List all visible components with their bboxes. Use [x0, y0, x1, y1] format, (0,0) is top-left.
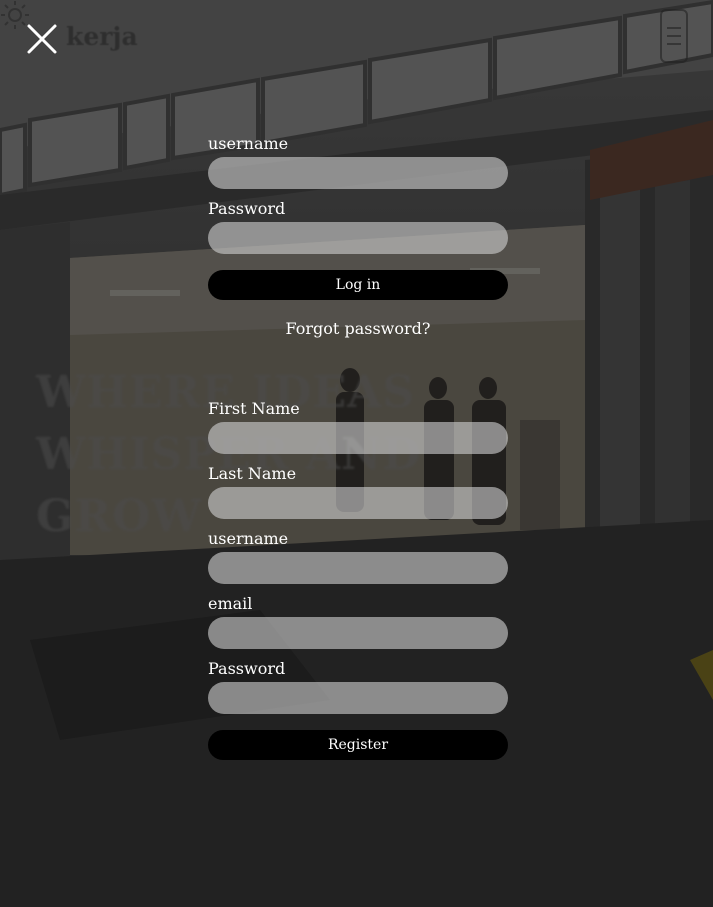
login-password-input[interactable]	[208, 222, 508, 254]
login-form: username Password Log in Forgot password…	[208, 132, 508, 338]
register-password-input[interactable]	[208, 682, 508, 714]
register-form: First Name Last Name username email Pass…	[208, 397, 508, 760]
first-name-label: First Name	[208, 399, 300, 418]
forgot-password-link[interactable]: Forgot password?	[208, 319, 508, 338]
register-password-label: Password	[208, 659, 286, 678]
login-username-input[interactable]	[208, 157, 508, 189]
login-password-label: Password	[208, 199, 286, 218]
last-name-label: Last Name	[208, 464, 297, 483]
register-username-label: username	[208, 529, 289, 548]
close-icon	[27, 24, 57, 54]
login-button[interactable]: Log in	[208, 270, 508, 300]
first-name-input[interactable]	[208, 422, 508, 454]
email-label: email	[208, 594, 253, 613]
email-input[interactable]	[208, 617, 508, 649]
login-username-label: username	[208, 134, 289, 153]
register-button[interactable]: Register	[208, 730, 508, 760]
close-button[interactable]	[25, 22, 59, 56]
register-username-input[interactable]	[208, 552, 508, 584]
last-name-input[interactable]	[208, 487, 508, 519]
